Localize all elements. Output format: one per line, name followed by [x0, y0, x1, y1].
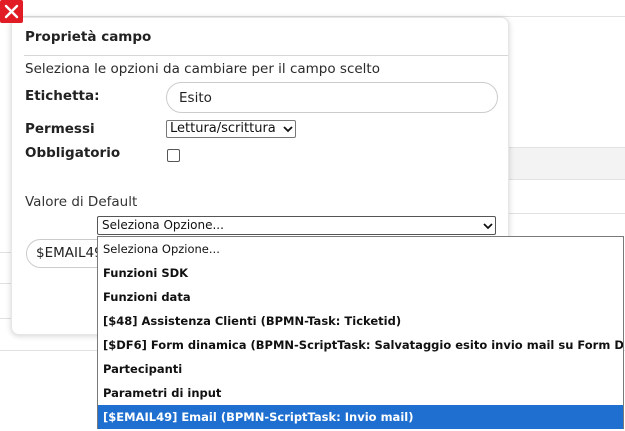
dropdown-option[interactable]: Seleziona Opzione...: [98, 237, 623, 261]
default-select-value: Seleziona Opzione...: [102, 218, 224, 232]
dropdown-group[interactable]: Partecipanti: [98, 357, 623, 381]
background-divider: [500, 213, 625, 214]
title-divider: [24, 55, 508, 56]
label-valore-default: Valore di Default: [25, 194, 138, 210]
default-value-dropdown-list: Seleziona Opzione... Funzioni SDK Funzio…: [97, 236, 624, 429]
background-table-header: [500, 147, 625, 180]
label-obbligatorio: Obbligatorio: [25, 145, 121, 161]
close-button[interactable]: [0, 0, 23, 23]
screen: Proprietà campo Seleziona le opzioni da …: [0, 0, 625, 431]
chevron-down-icon: [283, 126, 293, 133]
dropdown-group[interactable]: Funzioni data: [98, 285, 623, 309]
dropdown-group[interactable]: Funzioni SDK: [98, 261, 623, 285]
dropdown-group[interactable]: Parametri di input: [98, 381, 623, 405]
panel-title: Proprietà campo: [25, 29, 152, 45]
panel-subtitle: Seleziona le opzioni da cambiare per il …: [25, 61, 380, 77]
dropdown-option-selected[interactable]: [$EMAIL49] Email (BPMN-ScriptTask: Invio…: [98, 405, 623, 429]
close-icon: [4, 4, 19, 19]
chevron-down-icon: [483, 223, 493, 230]
permessi-select-value: Lettura/scrittura: [170, 121, 276, 136]
dropdown-option[interactable]: [$48] Assistenza Clienti (BPMN-Task: Tic…: [98, 309, 623, 333]
permessi-select[interactable]: Lettura/scrittura: [166, 120, 296, 138]
default-value-select[interactable]: Seleziona Opzione...: [97, 216, 496, 235]
label-permessi: Permessi: [25, 121, 95, 137]
dropdown-option[interactable]: [$DF6] Form dinamica (BPMN-ScriptTask: S…: [98, 333, 623, 357]
obbligatorio-checkbox[interactable]: [167, 149, 180, 162]
label-etichetta: Etichetta:: [25, 88, 100, 104]
etichetta-input[interactable]: [166, 82, 498, 113]
